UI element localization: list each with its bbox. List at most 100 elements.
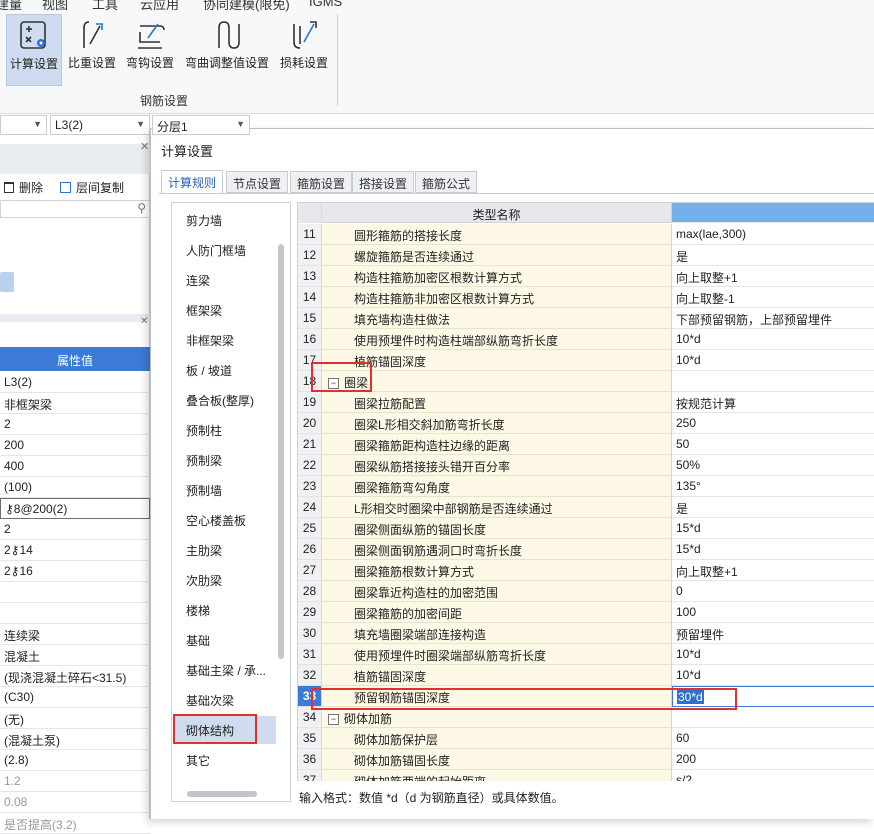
category-item[interactable]: 基础 bbox=[173, 626, 276, 654]
property-value-row[interactable]: 2 bbox=[0, 519, 150, 540]
property-value-row[interactable]: 非框架梁 bbox=[0, 393, 150, 414]
menu-item-tools[interactable]: 工具 bbox=[92, 0, 118, 13]
grid-row[interactable]: 37 砌体加筋两端的起始距离 s/2 bbox=[298, 770, 874, 781]
weight-settings-button[interactable]: 比重设置 bbox=[66, 14, 118, 86]
category-item[interactable]: 砌体结构 bbox=[173, 716, 276, 744]
loss-settings-button[interactable]: 损耗设置 bbox=[276, 14, 332, 86]
property-value-row[interactable]: L3(2) bbox=[0, 372, 150, 393]
calc-settings-button[interactable]: 计算设置 bbox=[6, 14, 62, 86]
property-value-row[interactable] bbox=[0, 582, 150, 603]
delete-button[interactable]: 删除 bbox=[4, 179, 43, 196]
grid-row[interactable]: 13 构造柱箍筋加密区根数计算方式 向上取整+1 bbox=[298, 266, 874, 287]
grid-value-cell[interactable]: max(lae,300) bbox=[672, 224, 874, 245]
category-item[interactable]: 预制梁 bbox=[173, 446, 276, 474]
layer-combo[interactable]: 分层1 ▼ bbox=[152, 115, 250, 135]
grid-row[interactable]: 22 圈梁纵筋搭接接头错开百分率 50% bbox=[298, 455, 874, 476]
category-item[interactable]: 框架梁 bbox=[173, 296, 276, 324]
grid-value-cell[interactable]: 200 bbox=[672, 749, 874, 770]
property-value-row[interactable]: (无) bbox=[0, 708, 150, 729]
category-item[interactable]: 基础主梁 / 承... bbox=[173, 656, 276, 684]
grid-value-cell[interactable]: 30*d bbox=[672, 686, 874, 707]
tab-stirrup-settings[interactable]: 箍筋设置 bbox=[290, 171, 353, 193]
grid-value-cell[interactable]: 250 bbox=[672, 413, 874, 434]
grid-row[interactable]: 16 使用预埋件时构造柱端部纵筋弯折长度 10*d bbox=[298, 329, 874, 350]
grid-row[interactable]: 14 构造柱箍筋非加密区根数计算方式 向上取整-1 bbox=[298, 287, 874, 308]
grid-value-cell[interactable]: s/2 bbox=[672, 770, 874, 781]
property-value-row[interactable]: (2.8) bbox=[0, 750, 150, 771]
grid-row[interactable]: 36 砌体加筋锚固长度 200 bbox=[298, 749, 874, 770]
grid-value-cell[interactable]: 100 bbox=[672, 602, 874, 623]
tab-node-settings[interactable]: 节点设置 bbox=[226, 171, 289, 193]
property-value-row[interactable]: ⚷8@200(2) bbox=[0, 498, 150, 519]
grid-row[interactable]: 15 填充墙构造柱做法 下部预留钢筋，上部预留埋件 bbox=[298, 308, 874, 329]
grid-value-cell[interactable]: 15*d bbox=[672, 518, 874, 539]
grid-value-cell[interactable]: 预留埋件 bbox=[672, 623, 874, 644]
grid-value-cell[interactable]: 10*d bbox=[672, 350, 874, 371]
grid-value-cell[interactable]: 10*d bbox=[672, 665, 874, 686]
grid-group-row[interactable]: 18− 圈梁 bbox=[298, 371, 874, 392]
category-item[interactable]: 其它 bbox=[173, 746, 276, 774]
category-item[interactable]: 板 / 坡道 bbox=[173, 356, 276, 384]
grid-value-cell[interactable]: 是 bbox=[672, 497, 874, 518]
grid-row[interactable]: 23 圈梁箍筋弯勾角度 135° bbox=[298, 476, 874, 497]
grid-value-cell[interactable]: 向上取整+1 bbox=[672, 266, 874, 287]
grid-row[interactable]: 24 L形相交时圈梁中部钢筋是否连续通过 是 bbox=[298, 497, 874, 518]
grid-value-cell[interactable]: 是 bbox=[672, 245, 874, 266]
property-value-row[interactable]: (现浇混凝土碎石<31.5) bbox=[0, 666, 150, 687]
category-item[interactable]: 预制墙 bbox=[173, 476, 276, 504]
grid-value-cell[interactable]: 10*d bbox=[672, 644, 874, 665]
category-item[interactable]: 主肋梁 bbox=[173, 536, 276, 564]
category-item[interactable]: 楼梯 bbox=[173, 596, 276, 624]
grid-row[interactable]: 25 圈梁侧面纵筋的锚固长度 15*d bbox=[298, 518, 874, 539]
category-item[interactable]: 基础次梁 bbox=[173, 686, 276, 714]
menu-item-igms[interactable]: IGMS bbox=[309, 0, 342, 9]
grid-value-cell[interactable]: 下部预留钢筋，上部预留埋件 bbox=[672, 308, 874, 329]
property-value-row[interactable]: 2⚷16 bbox=[0, 561, 150, 582]
tab-calc-rules[interactable]: 计算规则 bbox=[161, 170, 224, 194]
grid-row[interactable]: 32 植筋锚固深度 10*d bbox=[298, 665, 874, 686]
close-icon[interactable]: ✕ bbox=[140, 316, 148, 327]
close-icon[interactable]: ✕ bbox=[140, 140, 149, 153]
grid-row[interactable]: 30 填充墙圈梁端部连接构造 预留埋件 bbox=[298, 623, 874, 644]
grid-row[interactable]: 28 圈梁靠近构造柱的加密范围 0 bbox=[298, 581, 874, 602]
collapse-icon[interactable]: − bbox=[328, 714, 339, 726]
grid-value-cell[interactable]: 0 bbox=[672, 581, 874, 602]
grid-value-cell[interactable]: 10*d bbox=[672, 329, 874, 350]
menu-item-cloud[interactable]: 云应用 bbox=[140, 0, 179, 13]
property-value-row[interactable]: 2 bbox=[0, 414, 150, 435]
grid-row[interactable]: 17 植筋锚固深度 10*d bbox=[298, 350, 874, 371]
property-value-row[interactable]: (C30) bbox=[0, 687, 150, 708]
category-item[interactable]: 剪力墙 bbox=[173, 206, 276, 234]
category-item[interactable]: 次肋梁 bbox=[173, 566, 276, 594]
category-scrollbar[interactable] bbox=[278, 244, 284, 659]
grid-value-cell[interactable] bbox=[672, 371, 874, 392]
property-value-row[interactable]: 2⚷14 bbox=[0, 540, 150, 561]
filter-combo-1[interactable]: ▼ bbox=[0, 115, 47, 135]
property-value-row[interactable]: (混凝土泵) bbox=[0, 729, 150, 750]
search-input[interactable]: ⚲ bbox=[0, 200, 150, 218]
grid-value-cell[interactable] bbox=[672, 707, 874, 728]
grid-row[interactable]: 35 砌体加筋保护层 60 bbox=[298, 728, 874, 749]
property-value-row[interactable]: 400 bbox=[0, 456, 150, 477]
grid-row[interactable]: 29 圈梁箍筋的加密间距 100 bbox=[298, 602, 874, 623]
grid-row[interactable]: 20 圈梁L形相交斜加筋弯折长度 250 bbox=[298, 413, 874, 434]
grid-row[interactable]: 11 圆形箍筋的搭接长度 max(lae,300) bbox=[298, 224, 874, 245]
grid-value-cell[interactable]: 按规范计算 bbox=[672, 392, 874, 413]
grid-row[interactable]: 12 螺旋箍筋是否连续通过 是 bbox=[298, 245, 874, 266]
category-item[interactable]: 人防门框墙 bbox=[173, 236, 276, 264]
tab-stirrup-formula[interactable]: 箍筋公式 bbox=[415, 171, 478, 193]
grid-value-cell[interactable]: 15*d bbox=[672, 539, 874, 560]
category-item[interactable]: 空心楼盖板 bbox=[173, 506, 276, 534]
collapse-icon[interactable]: − bbox=[328, 378, 339, 390]
component-combo[interactable]: L3(2) ▼ bbox=[50, 115, 150, 135]
property-value-row[interactable] bbox=[0, 603, 150, 624]
property-value-row[interactable]: 200 bbox=[0, 435, 150, 456]
grid-row[interactable]: 31 使用预埋件时圈梁端部纵筋弯折长度 10*d bbox=[298, 644, 874, 665]
grid-row[interactable]: 27 圈梁箍筋根数计算方式 向上取整+1 bbox=[298, 560, 874, 581]
grid-row[interactable]: 33 预留钢筋锚固深度 30*d bbox=[298, 686, 874, 707]
grid-value-cell[interactable]: 50 bbox=[672, 434, 874, 455]
category-item[interactable]: 叠合板(整厚) bbox=[173, 386, 276, 414]
menu-item-collab[interactable]: 协同建模(限免) bbox=[203, 0, 290, 13]
category-hscrollbar[interactable] bbox=[187, 791, 257, 797]
tab-lap-settings[interactable]: 搭接设置 bbox=[352, 171, 415, 193]
